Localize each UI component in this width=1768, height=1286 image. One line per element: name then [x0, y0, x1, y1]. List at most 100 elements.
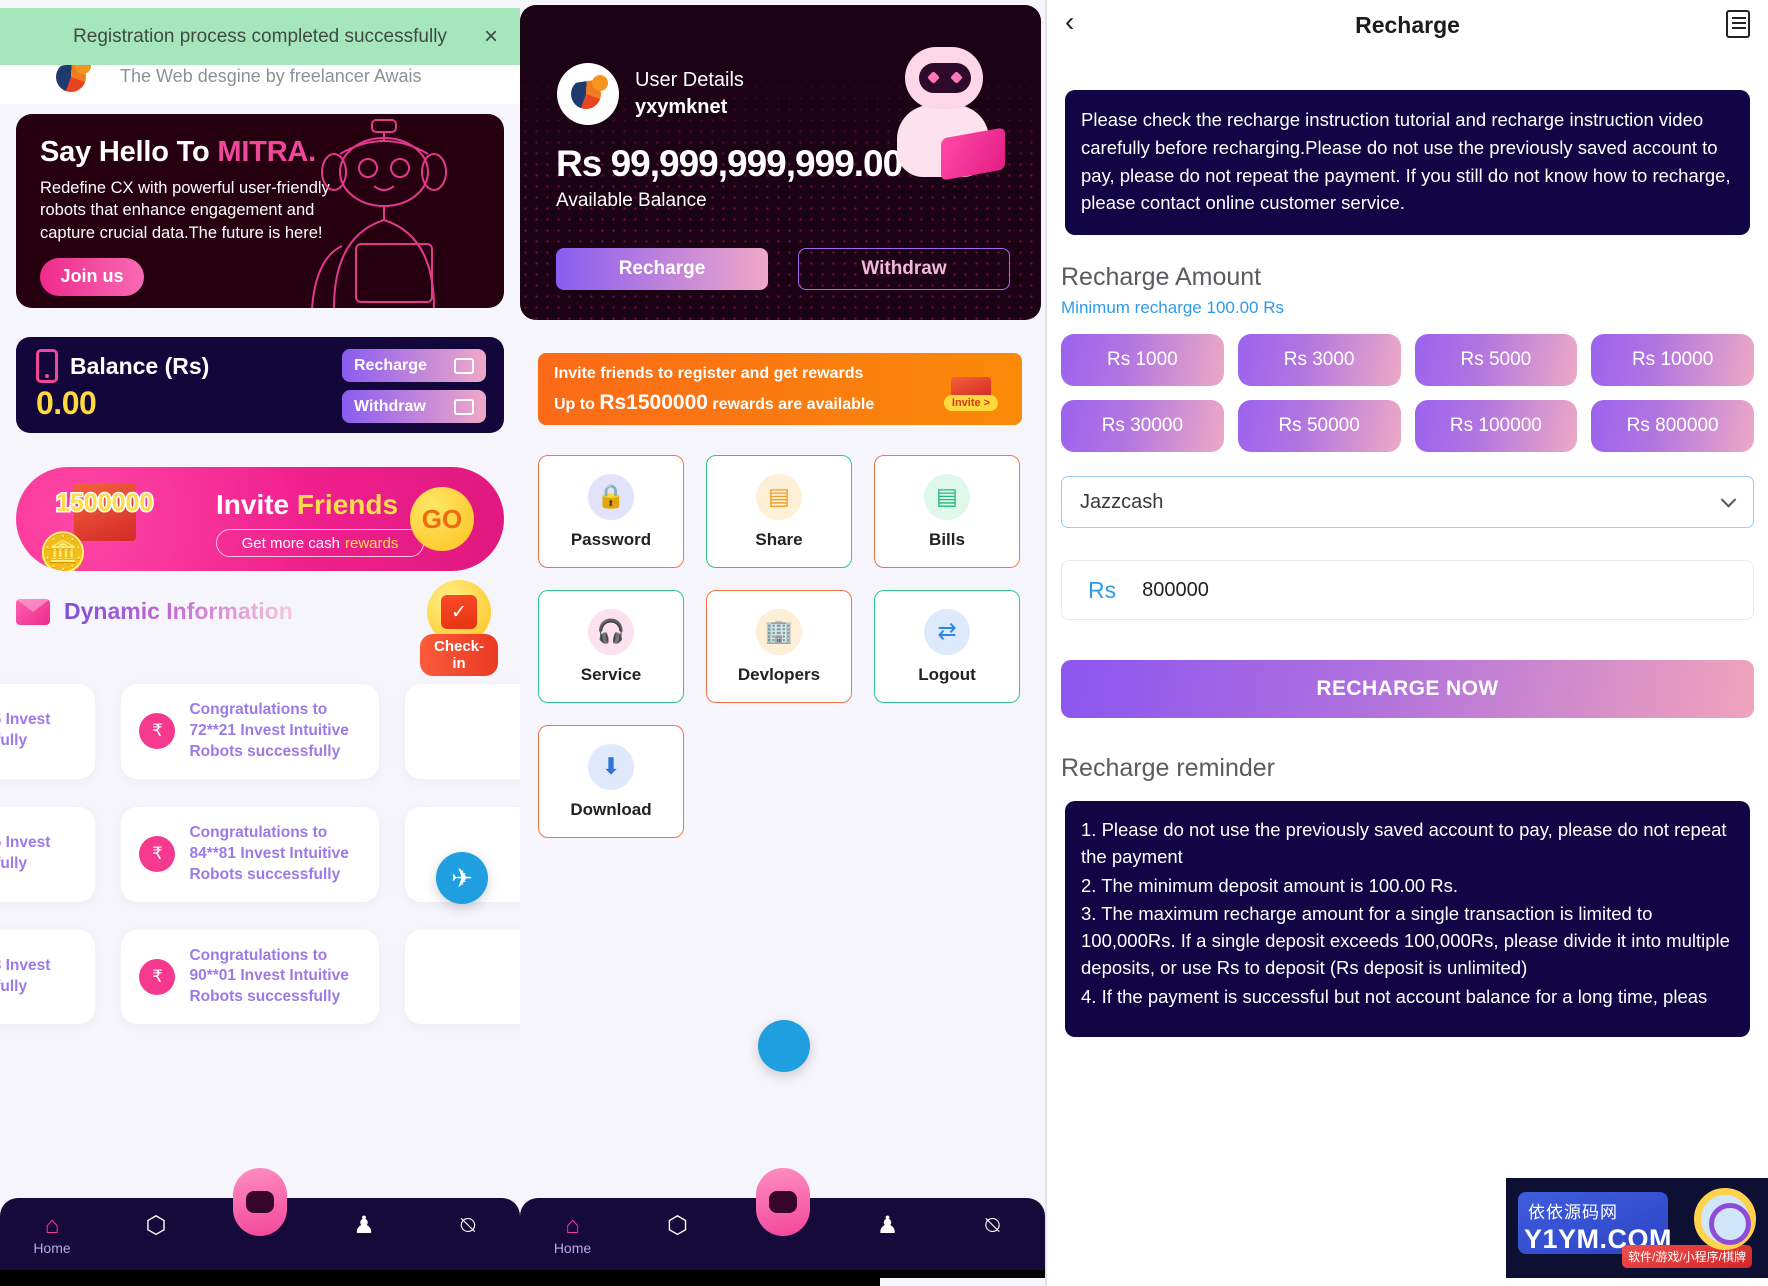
home-icon: ⌂	[565, 1212, 580, 1239]
reminder-line: 4. If the payment is successful but not …	[1081, 985, 1708, 1007]
robot-icon[interactable]	[233, 1168, 287, 1236]
banner-line-1: Invite friends to register and get rewar…	[554, 365, 864, 382]
nav-item-profile[interactable]: ♟	[835, 1212, 940, 1240]
check-in-button[interactable]: ✓ Check-in	[420, 580, 498, 676]
tile-label: Bills	[929, 529, 965, 549]
panel-recharge: ‹ Recharge Please check the recharge ins…	[1045, 0, 1768, 1286]
news-card-partial-left[interactable]: *25 Invest ssfully	[0, 806, 96, 902]
join-us-button[interactable]: Join us	[40, 257, 144, 296]
nav-item-support[interactable]: ⍉	[940, 1212, 1045, 1240]
go-button[interactable]: GO	[410, 487, 474, 551]
nav-label: Home	[33, 1240, 71, 1256]
phone-icon	[36, 349, 58, 383]
tile-service[interactable]: 🎧 Service	[538, 590, 684, 703]
card-icon: ▤	[756, 473, 802, 520]
chat-icon: ⍉	[460, 1212, 476, 1239]
recharge-reminder-box: 1. Please do not use the previously save…	[1065, 801, 1750, 1037]
news-card[interactable]: ₹ Congratulations to 90**01 Invest Intui…	[121, 929, 379, 1025]
tile-label: Password	[570, 529, 652, 549]
telegram-icon[interactable]: ✈	[436, 852, 488, 904]
recharge-notice: Please check the recharge instruction tu…	[1065, 90, 1750, 235]
wallet-icon	[454, 398, 474, 415]
dynamic-information-title: Dynamic Information	[64, 598, 293, 624]
site-tagline: The Web desgine by freelancer Awais	[120, 65, 422, 86]
calendar-check-icon: ✓	[441, 595, 477, 629]
amount-chip-30000[interactable]: Rs 30000	[1061, 400, 1224, 452]
payment-channel-wrapper: Jazzcash	[1061, 476, 1754, 528]
recharge-now-button[interactable]: RECHARGE NOW	[1061, 660, 1754, 718]
amount-chip-5000[interactable]: Rs 5000	[1414, 334, 1578, 386]
hero-recharge-button[interactable]: Recharge	[556, 248, 768, 290]
nav-label: Home	[553, 1240, 592, 1256]
amount-chip-800000[interactable]: Rs 800000	[1591, 400, 1754, 452]
nav-item-home[interactable]: ⌂ Home	[0, 1212, 104, 1258]
news-text: *65 Invest ssfully	[0, 711, 51, 750]
invite-rewards-banner[interactable]: Invite friends to register and get rewar…	[538, 353, 1022, 425]
payment-channel-select[interactable]: Jazzcash	[1061, 476, 1754, 528]
chat-icon: ⍉	[985, 1212, 1000, 1239]
building-icon: 🏢	[756, 608, 802, 655]
tile-developers[interactable]: 🏢 Devlopers	[706, 590, 852, 703]
close-icon[interactable]: ×	[484, 24, 498, 49]
nav-item-products[interactable]: ⬡	[104, 1212, 208, 1240]
tile-bills[interactable]: ▤ Bills	[874, 455, 1020, 568]
app-screen: The Web desgine by freelancer Awais Regi…	[0, 0, 1768, 1286]
news-card-partial-left[interactable]: *18 Invest ssfully	[0, 929, 96, 1025]
balance-card: Balance (Rs) 0.00 Recharge Withdraw	[16, 337, 504, 433]
recharge-button[interactable]: Recharge	[342, 349, 486, 382]
screen-bottom-strip	[0, 1278, 880, 1286]
withdraw-button[interactable]: Withdraw	[342, 390, 486, 423]
cube-icon: ⬡	[667, 1212, 688, 1239]
tile-share[interactable]: ▤ Share	[706, 455, 852, 568]
tile-label: Service	[580, 664, 642, 684]
robot-outline-icon	[311, 119, 447, 308]
robot-icon[interactable]	[755, 1168, 810, 1236]
amount-chip-10000[interactable]: Rs 10000	[1591, 334, 1754, 386]
amount-chip-50000[interactable]: Rs 50000	[1237, 400, 1401, 452]
dynamic-information-header: Dynamic Information	[16, 598, 293, 625]
wallet-money-icon: ₹	[139, 713, 176, 750]
user-icon: ♟	[876, 1212, 899, 1239]
nav-item-support[interactable]: ⍉	[416, 1212, 520, 1240]
amount-input[interactable]: 800000	[1142, 579, 1209, 602]
mitra-banner: Say Hello To MITRA. Redefine CX with pow…	[16, 114, 504, 308]
invite-friends-banner[interactable]: 1500000 🪙 Invite Friends Get more cash re…	[16, 467, 504, 571]
reminder-line: 1. Please do not use the previously save…	[1081, 819, 1727, 867]
tile-logout[interactable]: ⇄ Logout	[874, 590, 1020, 703]
document-icon[interactable]	[1726, 10, 1750, 38]
news-card-partial-right[interactable]	[404, 684, 520, 779]
page-title: Recharge	[1355, 11, 1460, 38]
chevron-left-icon[interactable]: ‹	[1065, 8, 1074, 36]
download-icon: ⬇	[588, 743, 634, 790]
list-item: *65 Invest ssfully ₹ Congratulations to …	[0, 684, 520, 779]
news-card[interactable]: ₹ Congratulations to 72**21 Invest Intui…	[121, 684, 379, 779]
nav-item-products[interactable]: ⬡	[625, 1212, 730, 1240]
amount-input-row[interactable]: Rs 800000	[1061, 560, 1754, 620]
news-card[interactable]: ₹ Congratulations to 84**81 Invest Intui…	[121, 806, 379, 902]
tile-download[interactable]: ⬇ Download	[538, 725, 684, 838]
tile-label: Devlopers	[737, 664, 821, 684]
news-text: *25 Invest ssfully	[0, 834, 51, 873]
robot-float-icon[interactable]	[758, 1020, 810, 1072]
toast-notification: Registration process completed successfu…	[0, 8, 520, 65]
reminder-line: 3. The maximum recharge amount for a sin…	[1081, 903, 1730, 979]
invite-amount: 1500000	[54, 488, 154, 519]
news-card-partial-right[interactable]	[404, 929, 520, 1025]
amount-chip-100000[interactable]: Rs 100000	[1414, 400, 1578, 452]
headset-icon: 🎧	[588, 608, 634, 655]
tile-password[interactable]: 🔒 Password	[538, 455, 684, 568]
hero-withdraw-button[interactable]: Withdraw	[798, 248, 1010, 290]
news-text: Congratulations to 84**81 Invest Intuiti…	[189, 823, 349, 883]
user-details-label: User Details	[635, 69, 744, 91]
invite-badge-icon: Invite >	[942, 369, 1000, 411]
amount-chip-3000[interactable]: Rs 3000	[1237, 334, 1401, 386]
bottom-navigation: ⌂ Home ⬡ ♟ ⍉	[0, 1168, 520, 1278]
bill-search-icon: ▤	[924, 473, 970, 520]
panel-home-right: User Details yxymknet Rs 99,999,999,999.…	[520, 0, 1045, 1286]
reminder-line: 2. The minimum deposit amount is 100.00 …	[1081, 874, 1459, 896]
news-card-partial-left[interactable]: *65 Invest ssfully	[0, 684, 96, 779]
logout-icon: ⇄	[924, 608, 970, 655]
nav-item-home[interactable]: ⌂ Home	[520, 1212, 625, 1258]
nav-item-profile[interactable]: ♟	[312, 1212, 416, 1240]
amount-chip-1000[interactable]: Rs 1000	[1061, 334, 1224, 386]
